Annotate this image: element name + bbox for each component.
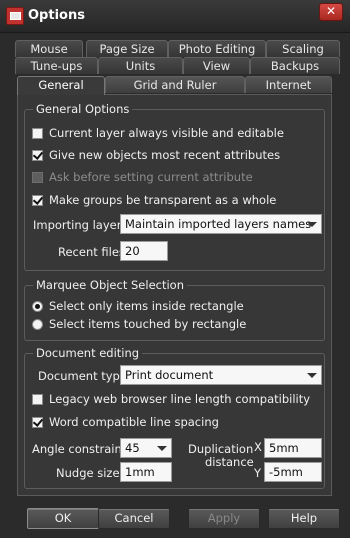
select-inside-radio[interactable] — [32, 300, 43, 312]
marquee-selection-group: Marquee Object Selection — [24, 278, 325, 341]
current-layer-option[interactable]: Current layer always visible and editabl… — [32, 126, 284, 140]
make-groups-option[interactable]: Make groups be transparent as a whole — [32, 193, 276, 207]
general-tab-panel: General Options Current layer always vis… — [17, 94, 332, 496]
select-inside-label: Select only items inside rectangle — [49, 299, 244, 313]
ask-before-label: Ask before setting current attribute — [49, 170, 253, 184]
select-touched-radio[interactable] — [32, 318, 43, 330]
word-compatible-checkbox[interactable] — [32, 416, 43, 428]
give-new-objects-label: Give new objects most recent attributes — [49, 148, 281, 162]
tab-scaling[interactable]: Scaling — [266, 40, 340, 57]
chevron-down-icon — [307, 222, 317, 227]
tab-internet[interactable]: Internet — [245, 76, 332, 93]
ask-before-option: Ask before setting current attribute — [32, 170, 253, 184]
angle-constraint-label: Angle constraint — [32, 442, 127, 456]
nudge-size-input[interactable]: 1mm — [120, 462, 172, 482]
tab-view[interactable]: View — [183, 57, 250, 74]
current-layer-checkbox[interactable] — [32, 127, 43, 139]
importing-layers-value: Maintain imported layers names — [125, 217, 312, 231]
document-type-label: Document type — [38, 369, 127, 383]
document-type-dropdown[interactable]: Print document — [120, 365, 322, 385]
tab-tune-ups[interactable]: Tune-ups — [15, 57, 98, 74]
nudge-size-label: Nudge size — [56, 466, 120, 480]
select-touched-option[interactable]: Select items touched by rectangle — [32, 317, 246, 331]
ask-before-checkbox — [32, 171, 43, 183]
angle-constraint-value: 45 — [125, 441, 140, 455]
legacy-browser-label: Legacy web browser line length compatibi… — [49, 392, 311, 406]
current-layer-label: Current layer always visible and editabl… — [49, 126, 284, 140]
recent-files-input[interactable]: 20 — [120, 241, 168, 261]
recent-files-label: Recent files — [58, 245, 125, 259]
app-icon — [6, 7, 24, 25]
help-button[interactable]: Help — [268, 508, 340, 529]
title-bar: Options ✕ — [0, 0, 350, 33]
make-groups-label: Make groups be transparent as a whole — [49, 193, 277, 207]
close-button[interactable]: ✕ — [319, 3, 343, 21]
give-new-objects-checkbox[interactable] — [32, 149, 43, 161]
general-options-legend: General Options — [33, 102, 133, 116]
tab-mouse[interactable]: Mouse — [15, 40, 83, 57]
cancel-button[interactable]: Cancel — [98, 508, 170, 529]
tab-general[interactable]: General — [17, 76, 105, 95]
marquee-selection-legend: Marquee Object Selection — [33, 278, 187, 292]
word-compatible-option[interactable]: Word compatible line spacing — [32, 415, 219, 429]
distance-label: distance — [205, 455, 254, 469]
tab-backups[interactable]: Backups — [250, 57, 340, 74]
legacy-browser-option[interactable]: Legacy web browser line length compatibi… — [32, 392, 310, 406]
apply-button: Apply — [188, 508, 260, 529]
chevron-down-icon — [157, 446, 167, 451]
select-inside-option[interactable]: Select only items inside rectangle — [32, 299, 244, 313]
tab-photo-editing[interactable]: Photo Editing — [168, 40, 266, 57]
importing-layers-dropdown[interactable]: Maintain imported layers names — [120, 214, 322, 234]
tab-grid-and-ruler[interactable]: Grid and Ruler — [105, 76, 245, 93]
dup-x-label: X — [254, 440, 262, 454]
importing-layers-label: Importing layers — [33, 218, 128, 232]
document-editing-legend: Document editing — [33, 346, 143, 360]
chevron-down-icon — [307, 373, 317, 378]
give-new-objects-option[interactable]: Give new objects most recent attributes — [32, 148, 280, 162]
angle-constraint-dropdown[interactable]: 45 — [120, 438, 172, 458]
legacy-browser-checkbox[interactable] — [32, 393, 43, 405]
make-groups-checkbox[interactable] — [32, 194, 43, 206]
window-title: Options — [28, 8, 85, 23]
tab-page-size[interactable]: Page Size — [86, 40, 168, 57]
duplication-label: Duplication — [188, 442, 254, 456]
dup-x-input[interactable]: 5mm — [264, 438, 322, 458]
document-type-value: Print document — [125, 368, 214, 382]
dup-y-label: Y — [254, 466, 262, 480]
dup-y-input[interactable]: -5mm — [264, 462, 322, 482]
ok-button[interactable]: OK — [27, 508, 99, 529]
select-touched-label: Select items touched by rectangle — [49, 317, 247, 331]
tab-units[interactable]: Units — [98, 57, 183, 74]
word-compatible-label: Word compatible line spacing — [49, 415, 219, 429]
